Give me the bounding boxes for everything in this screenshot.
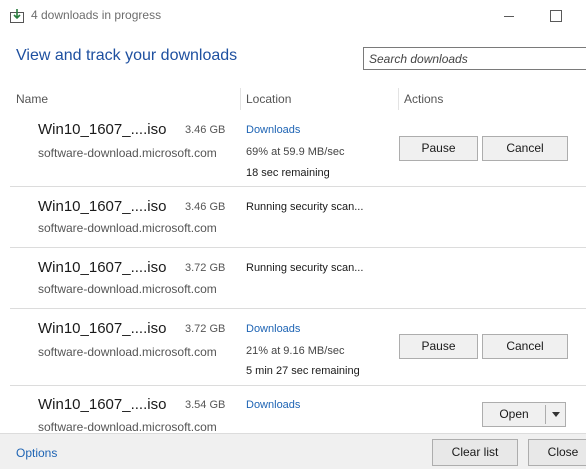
close-button[interactable]: Close [528, 439, 586, 466]
file-source: software-download.microsoft.com [38, 345, 217, 359]
pause-button[interactable]: Pause [399, 136, 478, 161]
download-row[interactable]: Win10_1607_....iso 3.46 GB software-down… [10, 110, 586, 187]
title-bar: 4 downloads in progress [0, 0, 586, 32]
file-size: 3.72 GB [185, 323, 226, 335]
file-name[interactable]: Win10_1607_....iso [38, 121, 166, 138]
file-name[interactable]: Win10_1607_....iso [38, 259, 166, 276]
download-progress-text: 21% at 9.16 MB/sec [246, 345, 345, 357]
location-link[interactable]: Downloads [246, 323, 300, 335]
column-divider [398, 88, 399, 110]
file-source: software-download.microsoft.com [38, 146, 217, 160]
time-remaining: 18 sec remaining [246, 167, 330, 179]
file-size: 3.72 GB [185, 262, 226, 274]
column-header-actions: Actions [404, 92, 444, 106]
open-split-button[interactable]: Open [482, 402, 566, 427]
file-source: software-download.microsoft.com [38, 221, 217, 235]
column-header-location[interactable]: Location [246, 92, 291, 106]
maximize-button[interactable] [532, 0, 578, 32]
file-size: 3.46 GB [185, 124, 226, 136]
file-name[interactable]: Win10_1607_....iso [38, 198, 166, 215]
file-name[interactable]: Win10_1607_....iso [38, 396, 166, 413]
cancel-button[interactable]: Cancel [482, 334, 568, 359]
file-name[interactable]: Win10_1607_....iso [38, 320, 166, 337]
file-size: 3.46 GB [185, 201, 226, 213]
clear-list-button[interactable]: Clear list [432, 439, 518, 466]
location-link[interactable]: Downloads [246, 124, 300, 136]
column-header-name[interactable]: Name [16, 92, 48, 106]
options-link[interactable]: Options [16, 446, 57, 460]
download-status: Running security scan... [246, 262, 364, 274]
download-row[interactable]: Win10_1607_....iso 3.72 GB software-down… [10, 309, 586, 386]
download-progress-text: 69% at 59.9 MB/sec [246, 146, 345, 158]
download-row[interactable]: Win10_1607_....iso 3.54 GB software-down… [10, 386, 586, 434]
window-title: 4 downloads in progress [31, 8, 162, 22]
minimize-button[interactable] [486, 0, 532, 32]
chevron-down-icon[interactable] [546, 403, 566, 426]
column-divider [240, 88, 241, 110]
download-row[interactable]: Win10_1607_....iso 3.72 GB software-down… [10, 248, 586, 309]
file-source: software-download.microsoft.com [38, 420, 217, 434]
open-button[interactable]: Open [483, 403, 545, 426]
time-remaining: 5 min 27 sec remaining [246, 365, 360, 377]
search-input[interactable]: Search downloads [363, 47, 586, 70]
page-title: View and track your downloads [16, 47, 238, 64]
pause-button[interactable]: Pause [399, 334, 478, 359]
download-status: Running security scan... [246, 201, 364, 213]
file-source: software-download.microsoft.com [38, 282, 217, 296]
footer-bar: Options Clear list Close [0, 433, 586, 469]
file-size: 3.54 GB [185, 399, 226, 411]
cancel-button[interactable]: Cancel [482, 136, 568, 161]
location-link[interactable]: Downloads [246, 399, 300, 411]
download-row[interactable]: Win10_1607_....iso 3.46 GB software-down… [10, 187, 586, 248]
download-manager-icon [10, 9, 24, 23]
